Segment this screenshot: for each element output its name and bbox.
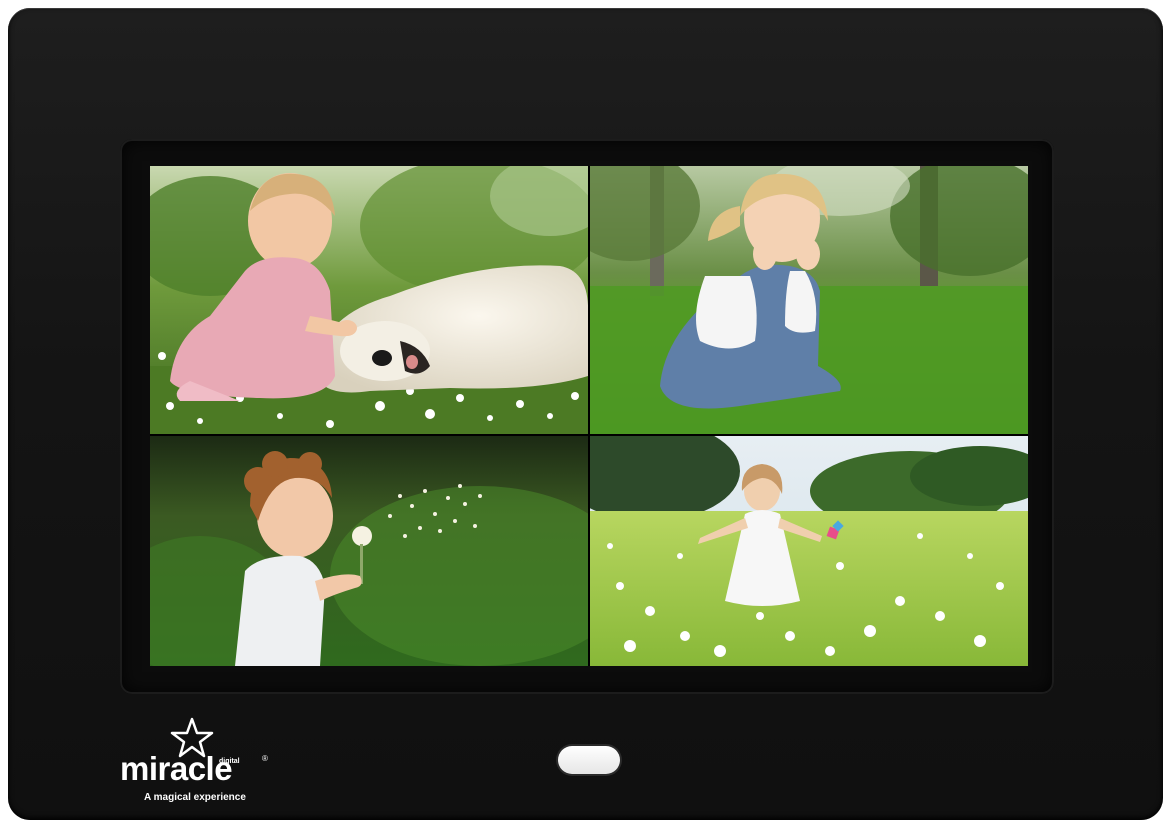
brand-sub-mark: digital	[219, 758, 240, 765]
registered-mark: ®	[262, 754, 268, 763]
brand-tagline: A magical experience	[144, 792, 246, 803]
brand-name: miracle	[120, 750, 233, 787]
brand-logo: miracle digital ® A magical experience	[118, 714, 278, 810]
power-button[interactable]	[558, 746, 620, 774]
photo-girl-running-field	[590, 436, 1028, 666]
photo-child-dandelion	[150, 436, 588, 666]
photo-girl-crouching	[590, 166, 1028, 434]
photo-baby-with-dog	[150, 166, 588, 434]
display-screen	[150, 166, 1028, 666]
